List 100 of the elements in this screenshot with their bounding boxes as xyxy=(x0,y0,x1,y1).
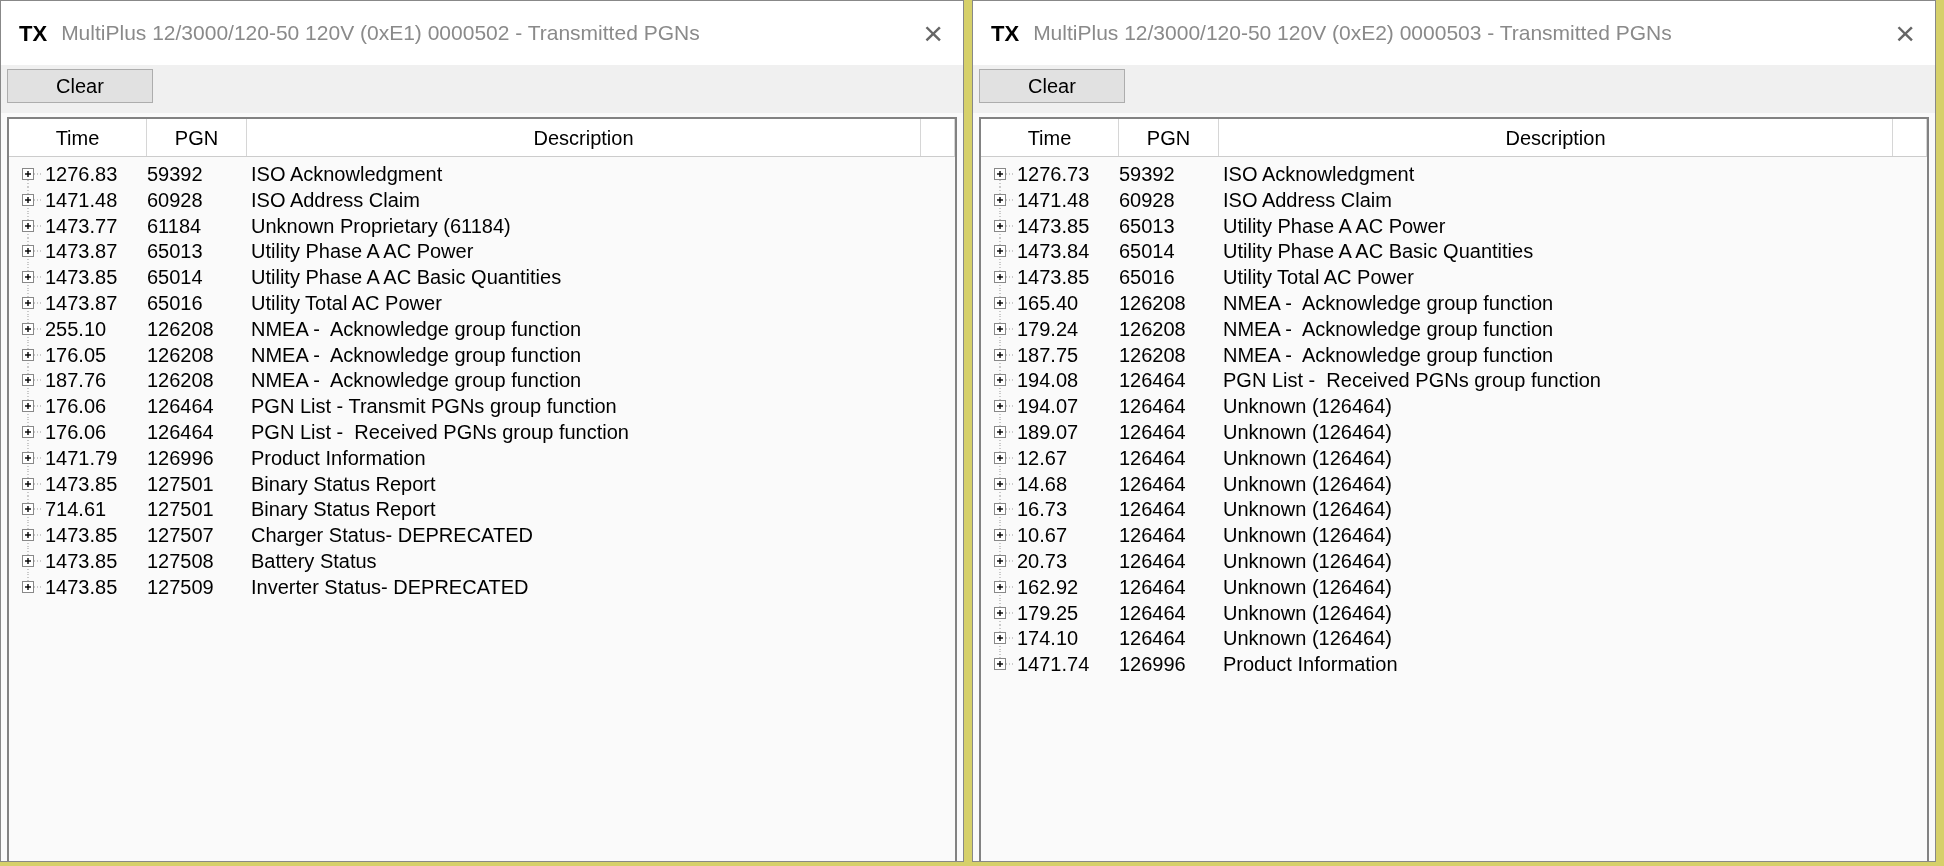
description-cell-text: Unknown (126464) xyxy=(1222,497,1393,523)
description-cell-text: Inverter Status- DEPRECATED xyxy=(250,574,530,600)
pgn-cell-text: 127501 xyxy=(147,497,215,523)
time-cell-text: 1473.85 xyxy=(45,471,118,497)
description-cell-text: Product Information xyxy=(1222,652,1399,678)
time-cell-text: 16.73 xyxy=(1017,497,1068,523)
description-cell-text: NMEA - Acknowledge group function xyxy=(250,316,583,342)
pgn-cell-text: 127507 xyxy=(147,523,215,549)
pgn-cell-text: 126464 xyxy=(1119,394,1187,420)
window-title: MultiPlus 12/3000/120-50 120V (0xE1) 0000502 - Transmitted PGNs xyxy=(61,20,700,47)
pgn-cell-text: 60928 xyxy=(1119,187,1176,213)
pgn-cell-text: 65013 xyxy=(1119,213,1176,239)
close-button[interactable]: × xyxy=(917,16,949,50)
time-cell-text: 179.25 xyxy=(1017,600,1079,626)
time-cell-text: 179.24 xyxy=(1017,316,1079,342)
pgn-cell-text: 126996 xyxy=(147,445,215,471)
description-cell-text: Unknown Proprietary (61184) xyxy=(250,213,512,239)
time-cell-text: 194.07 xyxy=(1017,394,1079,420)
description-cell-text: PGN List - Received PGNs group function xyxy=(250,419,630,445)
pgn-cell-text: 126208 xyxy=(147,368,215,394)
pgn-cell-text: 126464 xyxy=(147,419,215,445)
pgn-cell-text: 126208 xyxy=(147,316,215,342)
pgn-cell-text: 127509 xyxy=(147,574,215,600)
description-cell-text: Battery Status xyxy=(250,548,378,574)
time-cell-text: 1276.83 xyxy=(45,162,118,187)
column-header[interactable]: PGN xyxy=(147,119,247,156)
time-cell-text: 714.61 xyxy=(45,497,107,523)
pgn-cell-text: 126464 xyxy=(1119,368,1187,394)
window-title: MultiPlus 12/3000/120-50 120V (0xE2) 0000503 - Transmitted PGNs xyxy=(1033,20,1672,47)
pgn-cell-text: 126208 xyxy=(1119,291,1187,316)
pgn-cell-text: 126464 xyxy=(1119,626,1187,652)
pgn-cell-text: 126464 xyxy=(1119,497,1187,523)
description-cell-text: NMEA - Acknowledge group function xyxy=(250,368,583,394)
pgn-cell-text: 127508 xyxy=(147,548,215,574)
time-cell-text: 14.68 xyxy=(1017,471,1068,497)
time-cell-text: 1473.87 xyxy=(45,239,118,265)
time-cell-text: 1276.73 xyxy=(1017,162,1090,187)
description-cell-text: Unknown (126464) xyxy=(1222,523,1393,549)
pgn-cell-text: 126996 xyxy=(1119,652,1187,678)
pgn-cell-text: 65013 xyxy=(147,239,204,265)
pgn-cell-text: 60928 xyxy=(147,187,204,213)
pgn-cell-text: 126464 xyxy=(1119,471,1187,497)
time-cell-text: 194.08 xyxy=(1017,368,1079,394)
time-cell-text: 1473.85 xyxy=(45,574,118,600)
column-header[interactable]: Time xyxy=(981,119,1119,156)
time-cell-text: 187.75 xyxy=(1017,342,1079,368)
time-cell-text: 176.06 xyxy=(45,394,107,420)
pgn-cell-text: 126464 xyxy=(1119,445,1187,471)
time-cell-text: 1473.85 xyxy=(1017,213,1090,239)
description-cell-text: Utility Total AC Power xyxy=(1222,265,1415,291)
description-cell-text: Unknown (126464) xyxy=(1222,600,1393,626)
pgn-cell-text: 59392 xyxy=(147,162,204,187)
column-header[interactable]: PGN xyxy=(1119,119,1219,156)
description-cell-text: Unknown (126464) xyxy=(1222,445,1393,471)
description-cell-text: PGN List - Transmit PGNs group function xyxy=(250,394,618,420)
clear-button[interactable]: Clear xyxy=(979,69,1125,103)
time-cell-text: 187.76 xyxy=(45,368,107,394)
description-cell-text: Product Information xyxy=(250,445,427,471)
description-cell-text: Binary Status Report xyxy=(250,497,437,523)
time-cell-text: 1473.85 xyxy=(45,523,118,549)
pgn-cell-text: 65014 xyxy=(1119,239,1176,265)
pgn-cell-text: 61184 xyxy=(147,213,203,239)
clear-button[interactable]: Clear xyxy=(7,69,153,103)
pgn-cell-text: 126464 xyxy=(1119,574,1187,600)
time-cell-text: 1471.48 xyxy=(45,187,118,213)
time-cell-text: 1473.85 xyxy=(45,548,118,574)
pgn-cell-text: 126464 xyxy=(1119,523,1187,549)
pgn-cell-text: 65014 xyxy=(147,265,204,291)
time-cell-text: 1473.84 xyxy=(1017,239,1090,265)
pgn-cell-text: 126464 xyxy=(1119,548,1187,574)
description-cell-text: Unknown (126464) xyxy=(1222,574,1393,600)
description-cell-text: Utility Phase A AC Basic Quantities xyxy=(1222,239,1535,265)
description-cell-text: NMEA - Acknowledge group function xyxy=(250,342,583,368)
window-tag: TX xyxy=(19,16,48,50)
close-button[interactable]: × xyxy=(1889,16,1921,50)
time-cell-text: 165.40 xyxy=(1017,291,1079,316)
pgn-cell-text: 59392 xyxy=(1119,162,1176,187)
column-header[interactable]: Description xyxy=(1219,119,1893,156)
time-cell-text: 1473.85 xyxy=(1017,265,1090,291)
column-header[interactable]: Time xyxy=(9,119,147,156)
time-cell-text: 20.73 xyxy=(1017,548,1068,574)
time-cell-text: 255.10 xyxy=(45,316,107,342)
pgn-cell-text: 126464 xyxy=(147,394,215,420)
pgn-cell-text: 126208 xyxy=(1119,316,1187,342)
time-cell-text: 1471.79 xyxy=(45,445,118,471)
time-cell-text: 1473.77 xyxy=(45,213,118,239)
pgn-cell-text: 126464 xyxy=(1119,600,1187,626)
description-cell-text: Unknown (126464) xyxy=(1222,419,1393,445)
description-cell-text: ISO Address Claim xyxy=(1222,187,1393,213)
description-cell-text: NMEA - Acknowledge group function xyxy=(1222,342,1555,368)
description-cell-text: PGN List - Received PGNs group function xyxy=(1222,368,1602,394)
description-cell-text: NMEA - Acknowledge group function xyxy=(1222,291,1555,316)
pgn-cell-text: 126464 xyxy=(1119,419,1187,445)
description-cell-text: ISO Acknowledgment xyxy=(250,162,444,187)
description-cell-text: Unknown (126464) xyxy=(1222,471,1393,497)
time-cell-text: 1471.74 xyxy=(1017,652,1090,678)
column-header[interactable]: Description xyxy=(247,119,921,156)
description-cell-text: Utility Total AC Power xyxy=(250,291,443,316)
description-cell-text: Utility Phase A AC Power xyxy=(1222,213,1447,239)
time-cell-text: 1471.48 xyxy=(1017,187,1090,213)
